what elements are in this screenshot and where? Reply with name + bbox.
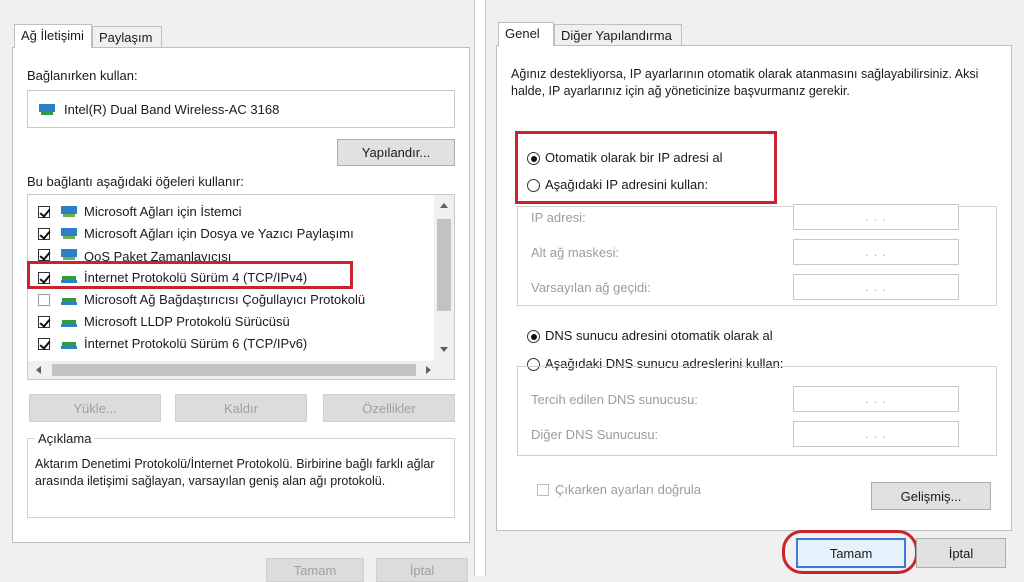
preferred-dns-label: Tercih edilen DNS sunucusu:	[531, 392, 698, 407]
ip-address-label: IP adresi:	[531, 210, 586, 225]
item-checkbox[interactable]	[38, 316, 50, 328]
protocol-icon	[61, 298, 77, 305]
ok-button-highlight-ring	[782, 530, 918, 574]
tab-alternate-configuration[interactable]: Diğer Yapılandırma	[554, 24, 682, 46]
scroll-left-arrow-icon[interactable]	[36, 366, 41, 374]
item-label: Microsoft Ağları için Dosya ve Yazıcı Pa…	[84, 226, 354, 241]
cancel-button[interactable]: İptal	[916, 538, 1006, 568]
window-divider	[474, 0, 486, 576]
tab-general[interactable]: Genel	[498, 22, 554, 46]
description-text: Aktarım Denetimi Protokolü/İnternet Prot…	[35, 457, 435, 488]
network-client-icon	[61, 206, 77, 217]
default-gateway-field[interactable]: . . .	[793, 274, 959, 300]
network-adapter-icon	[39, 104, 55, 115]
auto-dns-label[interactable]: DNS sunucu adresini otomatik olarak al	[545, 328, 773, 343]
validate-label: Çıkarken ayarları doğrula	[555, 482, 701, 497]
adapter-properties-dialog: Ağ İletişimi Paylaşım Bağlanırken kullan…	[0, 0, 474, 582]
networking-tab-content: Bağlanırken kullan: Intel(R) Dual Band W…	[12, 47, 470, 543]
item-label: Microsoft Ağ Bağdaştırıcısı Çoğullayıcı …	[84, 292, 366, 307]
list-item[interactable]: Microsoft Ağları için Dosya ve Yazıcı Pa…	[28, 223, 434, 245]
list-item[interactable]: Microsoft Ağları için İstemci	[28, 201, 434, 223]
vertical-scrollbar[interactable]	[434, 195, 454, 361]
list-item[interactable]: Microsoft LLDP Protokolü Sürücüsü	[28, 311, 434, 333]
advanced-button[interactable]: Gelişmiş...	[871, 482, 991, 510]
item-checkbox[interactable]	[38, 228, 50, 240]
item-label: İnternet Protokolü Sürüm 6 (TCP/IPv6)	[84, 336, 308, 351]
scroll-up-arrow-icon[interactable]	[440, 203, 448, 208]
protocol-icon	[61, 342, 77, 349]
item-label: Microsoft LLDP Protokolü Sürücüsü	[84, 314, 290, 329]
ok-button-left[interactable]: Tamam	[266, 558, 364, 582]
install-button[interactable]: Yükle...	[29, 394, 161, 422]
horizontal-scroll-thumb[interactable]	[52, 364, 416, 376]
ip-address-field[interactable]: . . .	[793, 204, 959, 230]
item-checkbox[interactable]	[38, 249, 50, 261]
ipv4-highlight-box	[27, 261, 353, 289]
connect-using-label: Bağlanırken kullan:	[27, 68, 138, 83]
item-checkbox[interactable]	[38, 338, 50, 350]
default-gateway-label: Varsayılan ağ geçidi:	[531, 280, 651, 295]
adapter-name: Intel(R) Dual Band Wireless-AC 3168	[64, 102, 280, 117]
uninstall-button[interactable]: Kaldır	[175, 394, 307, 422]
network-service-icon	[61, 249, 77, 260]
item-checkbox[interactable]	[38, 206, 50, 218]
general-tab-content: Ağınız destekliyorsa, IP ayarlarının oto…	[496, 45, 1012, 531]
description-title: Açıklama	[35, 431, 95, 446]
auto-ip-highlight-box	[515, 131, 777, 204]
validate-checkbox[interactable]	[537, 484, 549, 496]
list-item[interactable]: İnternet Protokolü Sürüm 6 (TCP/IPv6)	[28, 333, 434, 355]
ipv4-properties-dialog: Genel Diğer Yapılandırma Ağınız destekli…	[486, 0, 1024, 576]
alternate-dns-label: Diğer DNS Sunucusu:	[531, 427, 659, 442]
scroll-thumb[interactable]	[437, 219, 451, 311]
alternate-dns-field[interactable]: . . .	[793, 421, 959, 447]
item-label: Microsoft Ağları için İstemci	[84, 204, 242, 219]
subnet-mask-field[interactable]: . . .	[793, 239, 959, 265]
scroll-right-arrow-icon[interactable]	[426, 366, 431, 374]
horizontal-scrollbar[interactable]	[28, 361, 454, 379]
tab-networking[interactable]: Ağ İletişimi	[14, 24, 92, 48]
auto-dns-radio[interactable]	[527, 330, 540, 343]
item-checkbox[interactable]	[38, 294, 50, 306]
subnet-mask-label: Alt ağ maskesi:	[531, 245, 620, 260]
cancel-button-left[interactable]: İptal	[376, 558, 468, 582]
scroll-down-arrow-icon[interactable]	[440, 347, 448, 352]
configure-button[interactable]: Yapılandır...	[337, 139, 455, 166]
preferred-dns-field[interactable]: . . .	[793, 386, 959, 412]
adapter-name-box: Intel(R) Dual Band Wireless-AC 3168	[27, 90, 455, 128]
properties-button[interactable]: Özellikler	[323, 394, 455, 422]
network-service-icon	[61, 228, 77, 239]
intro-text: Ağınız destekliyorsa, IP ayarlarının oto…	[511, 67, 979, 98]
items-label: Bu bağlantı aşağıdaki öğeleri kullanır:	[27, 174, 244, 189]
tab-sharing[interactable]: Paylaşım	[92, 26, 162, 48]
protocol-icon	[61, 320, 77, 327]
list-item[interactable]: Microsoft Ağ Bağdaştırıcısı Çoğullayıcı …	[28, 289, 434, 311]
